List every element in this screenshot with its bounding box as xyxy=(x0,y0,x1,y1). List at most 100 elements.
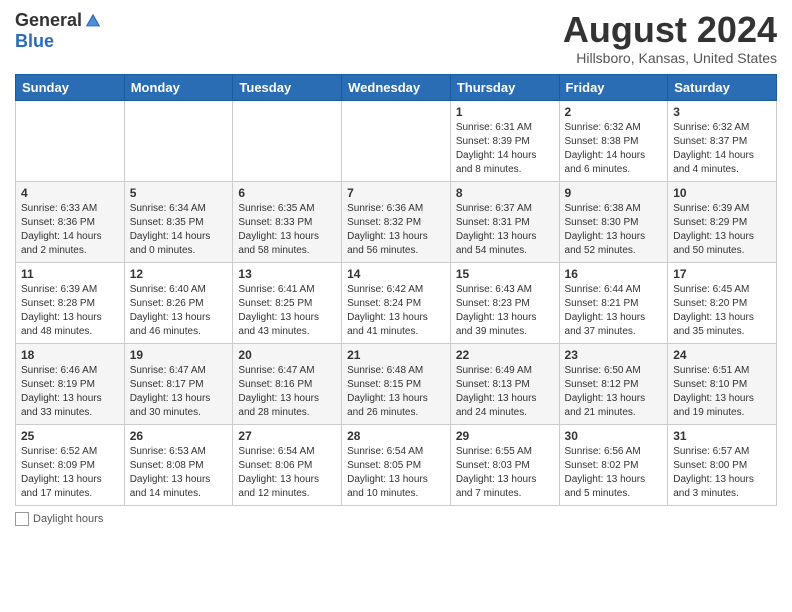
day-number-4-4: 29 xyxy=(456,429,554,443)
cell-2-2: 13 Sunrise: 6:41 AM Sunset: 8:25 PM Dayli… xyxy=(233,262,342,343)
week-row-3: 18 Sunrise: 6:46 AM Sunset: 8:19 PM Dayli… xyxy=(16,343,777,424)
day-info-3-4: Sunrise: 6:49 AM Sunset: 8:13 PM Dayligh… xyxy=(456,364,554,420)
day-info-4-1: Sunrise: 6:53 AM Sunset: 8:08 PM Dayligh… xyxy=(130,445,228,501)
day-number-4-3: 28 xyxy=(347,429,445,443)
week-row-2: 11 Sunrise: 6:39 AM Sunset: 8:28 PM Dayli… xyxy=(16,262,777,343)
day-info-4-5: Sunrise: 6:56 AM Sunset: 8:02 PM Dayligh… xyxy=(565,445,663,501)
cell-2-6: 17 Sunrise: 6:45 AM Sunset: 8:20 PM Dayli… xyxy=(668,262,777,343)
cell-0-0 xyxy=(16,100,125,181)
day-number-3-6: 24 xyxy=(673,348,771,362)
day-info-2-5: Sunrise: 6:44 AM Sunset: 8:21 PM Dayligh… xyxy=(565,283,663,339)
calendar-table: Sunday Monday Tuesday Wednesday Thursday… xyxy=(15,74,777,506)
day-number-2-0: 11 xyxy=(21,267,119,281)
day-info-4-4: Sunrise: 6:55 AM Sunset: 8:03 PM Dayligh… xyxy=(456,445,554,501)
logo: General Blue xyxy=(15,10,102,52)
cell-4-6: 31Sunrise: 6:57 AM Sunset: 8:00 PM Dayli… xyxy=(668,424,777,505)
day-info-3-3: Sunrise: 6:48 AM Sunset: 8:15 PM Dayligh… xyxy=(347,364,445,420)
header-wednesday: Wednesday xyxy=(342,74,451,100)
day-info-2-1: Sunrise: 6:40 AM Sunset: 8:26 PM Dayligh… xyxy=(130,283,228,339)
page: General Blue August 2024 Hillsboro, Kans… xyxy=(0,0,792,612)
day-info-2-4: Sunrise: 6:43 AM Sunset: 8:23 PM Dayligh… xyxy=(456,283,554,339)
day-info-2-6: Sunrise: 6:45 AM Sunset: 8:20 PM Dayligh… xyxy=(673,283,771,339)
cell-4-3: 28 Sunrise: 6:54 AM Sunset: 8:05 PM Dayli… xyxy=(342,424,451,505)
calendar-header-row: Sunday Monday Tuesday Wednesday Thursday… xyxy=(16,74,777,100)
day-info-3-0: Sunrise: 6:46 AM Sunset: 8:19 PM Dayligh… xyxy=(21,364,119,420)
cell-2-4: 15 Sunrise: 6:43 AM Sunset: 8:23 PM Dayli… xyxy=(450,262,559,343)
cell-1-3: 7Sunrise: 6:36 AM Sunset: 8:32 PM Daylig… xyxy=(342,181,451,262)
week-row-0: 1Sunrise: 6:31 AM Sunset: 8:39 PM Daylig… xyxy=(16,100,777,181)
day-info-1-1: Sunrise: 6:34 AM Sunset: 8:35 PM Dayligh… xyxy=(130,202,228,258)
cell-3-4: 22Sunrise: 6:49 AM Sunset: 8:13 PM Dayli… xyxy=(450,343,559,424)
logo-blue-text: Blue xyxy=(15,31,54,52)
cell-3-2: 20Sunrise: 6:47 AM Sunset: 8:16 PM Dayli… xyxy=(233,343,342,424)
day-number-1-3: 7 xyxy=(347,186,445,200)
day-info-4-0: Sunrise: 6:52 AM Sunset: 8:09 PM Dayligh… xyxy=(21,445,119,501)
month-title: August 2024 xyxy=(563,10,777,50)
day-number-2-2: 13 xyxy=(238,267,336,281)
cell-0-2 xyxy=(233,100,342,181)
day-number-1-0: 4 xyxy=(21,186,119,200)
cell-1-2: 6Sunrise: 6:35 AM Sunset: 8:33 PM Daylig… xyxy=(233,181,342,262)
day-info-1-4: Sunrise: 6:37 AM Sunset: 8:31 PM Dayligh… xyxy=(456,202,554,258)
day-number-4-1: 26 xyxy=(130,429,228,443)
cell-3-3: 21Sunrise: 6:48 AM Sunset: 8:15 PM Dayli… xyxy=(342,343,451,424)
cell-4-4: 29 Sunrise: 6:55 AM Sunset: 8:03 PM Dayli… xyxy=(450,424,559,505)
day-info-3-1: Sunrise: 6:47 AM Sunset: 8:17 PM Dayligh… xyxy=(130,364,228,420)
cell-3-6: 24 Sunrise: 6:51 AM Sunset: 8:10 PM Dayli… xyxy=(668,343,777,424)
day-number-4-2: 27 xyxy=(238,429,336,443)
cell-0-4: 1Sunrise: 6:31 AM Sunset: 8:39 PM Daylig… xyxy=(450,100,559,181)
day-info-3-2: Sunrise: 6:47 AM Sunset: 8:16 PM Dayligh… xyxy=(238,364,336,420)
cell-1-6: 10 Sunrise: 6:39 AM Sunset: 8:29 PM Dayli… xyxy=(668,181,777,262)
day-info-2-2: Sunrise: 6:41 AM Sunset: 8:25 PM Dayligh… xyxy=(238,283,336,339)
day-number-3-5: 23 xyxy=(565,348,663,362)
day-number-3-1: 19 xyxy=(130,348,228,362)
footer: Daylight hours xyxy=(15,512,777,526)
day-number-3-0: 18 xyxy=(21,348,119,362)
header-monday: Monday xyxy=(124,74,233,100)
cell-2-5: 16 Sunrise: 6:44 AM Sunset: 8:21 PM Dayli… xyxy=(559,262,668,343)
day-info-1-6: Sunrise: 6:39 AM Sunset: 8:29 PM Dayligh… xyxy=(673,202,771,258)
cell-4-0: 25 Sunrise: 6:52 AM Sunset: 8:09 PM Dayli… xyxy=(16,424,125,505)
header-friday: Friday xyxy=(559,74,668,100)
week-row-1: 4 Sunrise: 6:33 AM Sunset: 8:36 PM Daylig… xyxy=(16,181,777,262)
cell-3-5: 23 Sunrise: 6:50 AM Sunset: 8:12 PM Dayli… xyxy=(559,343,668,424)
header-sunday: Sunday xyxy=(16,74,125,100)
day-number-4-6: 31 xyxy=(673,429,771,443)
day-number-1-2: 6 xyxy=(238,186,336,200)
day-info-3-6: Sunrise: 6:51 AM Sunset: 8:10 PM Dayligh… xyxy=(673,364,771,420)
day-number-1-1: 5 xyxy=(130,186,228,200)
day-info-4-3: Sunrise: 6:54 AM Sunset: 8:05 PM Dayligh… xyxy=(347,445,445,501)
day-info-0-4: Sunrise: 6:31 AM Sunset: 8:39 PM Dayligh… xyxy=(456,121,554,177)
day-number-0-6: 3 xyxy=(673,105,771,119)
day-number-0-5: 2 xyxy=(565,105,663,119)
day-number-2-6: 17 xyxy=(673,267,771,281)
day-info-3-5: Sunrise: 6:50 AM Sunset: 8:12 PM Dayligh… xyxy=(565,364,663,420)
day-number-4-0: 25 xyxy=(21,429,119,443)
day-number-1-6: 10 xyxy=(673,186,771,200)
header-thursday: Thursday xyxy=(450,74,559,100)
day-number-1-4: 8 xyxy=(456,186,554,200)
cell-0-3 xyxy=(342,100,451,181)
cell-0-6: 3 Sunrise: 6:32 AM Sunset: 8:37 PM Daylig… xyxy=(668,100,777,181)
day-info-1-0: Sunrise: 6:33 AM Sunset: 8:36 PM Dayligh… xyxy=(21,202,119,258)
day-info-2-0: Sunrise: 6:39 AM Sunset: 8:28 PM Dayligh… xyxy=(21,283,119,339)
cell-0-5: 2 Sunrise: 6:32 AM Sunset: 8:38 PM Daylig… xyxy=(559,100,668,181)
day-number-2-3: 14 xyxy=(347,267,445,281)
day-number-1-5: 9 xyxy=(565,186,663,200)
cell-1-0: 4 Sunrise: 6:33 AM Sunset: 8:36 PM Daylig… xyxy=(16,181,125,262)
day-info-0-5: Sunrise: 6:32 AM Sunset: 8:38 PM Dayligh… xyxy=(565,121,663,177)
location: Hillsboro, Kansas, United States xyxy=(563,50,777,66)
cell-2-0: 11 Sunrise: 6:39 AM Sunset: 8:28 PM Dayli… xyxy=(16,262,125,343)
logo-general-text: General xyxy=(15,10,82,31)
day-info-0-6: Sunrise: 6:32 AM Sunset: 8:37 PM Dayligh… xyxy=(673,121,771,177)
cell-4-2: 27 Sunrise: 6:54 AM Sunset: 8:06 PM Dayli… xyxy=(233,424,342,505)
day-info-2-3: Sunrise: 6:42 AM Sunset: 8:24 PM Dayligh… xyxy=(347,283,445,339)
day-info-4-2: Sunrise: 6:54 AM Sunset: 8:06 PM Dayligh… xyxy=(238,445,336,501)
cell-1-5: 9Sunrise: 6:38 AM Sunset: 8:30 PM Daylig… xyxy=(559,181,668,262)
cell-1-1: 5 Sunrise: 6:34 AM Sunset: 8:35 PM Daylig… xyxy=(124,181,233,262)
day-number-2-4: 15 xyxy=(456,267,554,281)
day-number-2-5: 16 xyxy=(565,267,663,281)
daylight-box xyxy=(15,512,29,526)
day-number-4-5: 30 xyxy=(565,429,663,443)
day-number-2-1: 12 xyxy=(130,267,228,281)
